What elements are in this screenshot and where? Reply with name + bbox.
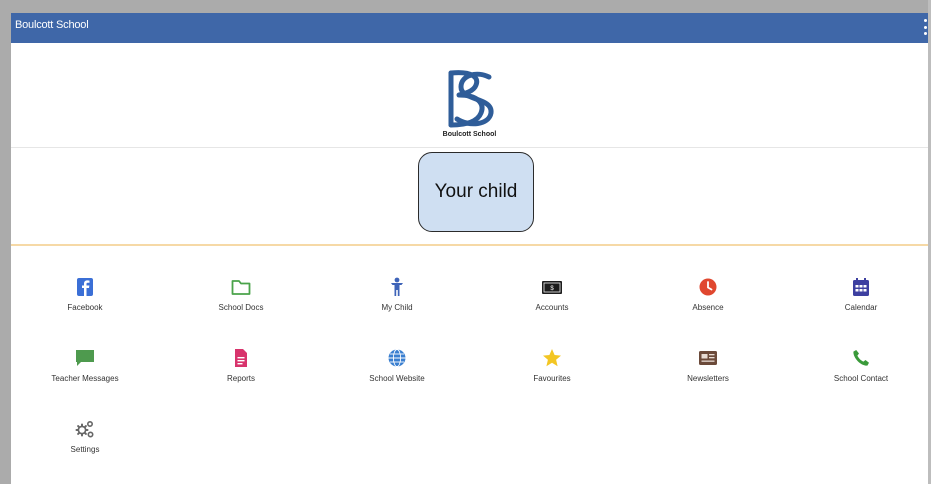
- tile-facebook[interactable]: Facebook: [15, 276, 155, 322]
- tile-my-child[interactable]: My Child: [327, 276, 467, 322]
- tile-label: Teacher Messages: [51, 374, 119, 383]
- tile-label: Absence: [692, 303, 724, 312]
- logo-caption: Boulcott School: [442, 131, 497, 138]
- newsletter-icon: [699, 351, 717, 365]
- tile-school-website[interactable]: School Website: [327, 347, 467, 393]
- window-frame-left: [0, 0, 11, 484]
- tile-label: School Docs: [218, 303, 264, 312]
- tile-newsletters[interactable]: Newsletters: [638, 347, 778, 393]
- tile-calendar[interactable]: Calendar: [791, 276, 931, 322]
- app-bar: Boulcott School: [11, 13, 928, 43]
- facebook-icon: [77, 278, 93, 296]
- overflow-menu-icon[interactable]: [923, 19, 927, 35]
- globe-icon: [388, 349, 406, 367]
- calendar-icon: [853, 278, 869, 296]
- app-title: Boulcott School: [15, 19, 89, 31]
- tile-label: Settings: [70, 445, 100, 454]
- school-logo-icon: [448, 70, 493, 128]
- tile-label: Newsletters: [687, 374, 729, 383]
- tile-settings[interactable]: Settings: [15, 418, 155, 464]
- school-logo: Boulcott School: [11, 67, 928, 138]
- report-icon: [235, 349, 247, 367]
- main-content: Boulcott School Your child Facebook Scho…: [11, 43, 928, 484]
- folder-icon: [231, 280, 251, 295]
- tile-teacher-messages[interactable]: Teacher Messages: [15, 347, 155, 393]
- tile-label: Calendar: [844, 303, 878, 312]
- tile-label: School Website: [369, 374, 425, 383]
- gears-icon: [75, 420, 94, 438]
- your-child-button[interactable]: Your child: [418, 152, 534, 232]
- child-icon: [391, 277, 403, 296]
- accent-divider: [11, 244, 928, 246]
- tile-label: School Contact: [833, 374, 889, 383]
- tile-school-docs[interactable]: School Docs: [171, 276, 311, 322]
- clock-icon: [699, 278, 717, 296]
- money-icon: $: [542, 281, 562, 294]
- tile-label: Reports: [226, 374, 255, 383]
- tile-label: Facebook: [67, 303, 103, 312]
- tile-school-contact[interactable]: School Contact: [791, 347, 931, 393]
- tile-accounts[interactable]: $ Accounts: [482, 276, 622, 322]
- message-icon: [76, 350, 94, 366]
- tile-absence[interactable]: Absence: [638, 276, 778, 322]
- divider: [11, 147, 928, 148]
- tile-label: Accounts: [535, 303, 569, 312]
- window-frame-top: [0, 0, 931, 13]
- tile-favourites[interactable]: Favourites: [482, 347, 622, 393]
- tile-label: My Child: [381, 303, 413, 312]
- phone-icon: [853, 350, 869, 366]
- tile-label: Favourites: [533, 374, 571, 383]
- star-icon: [543, 349, 561, 367]
- tile-reports[interactable]: Reports: [171, 347, 311, 393]
